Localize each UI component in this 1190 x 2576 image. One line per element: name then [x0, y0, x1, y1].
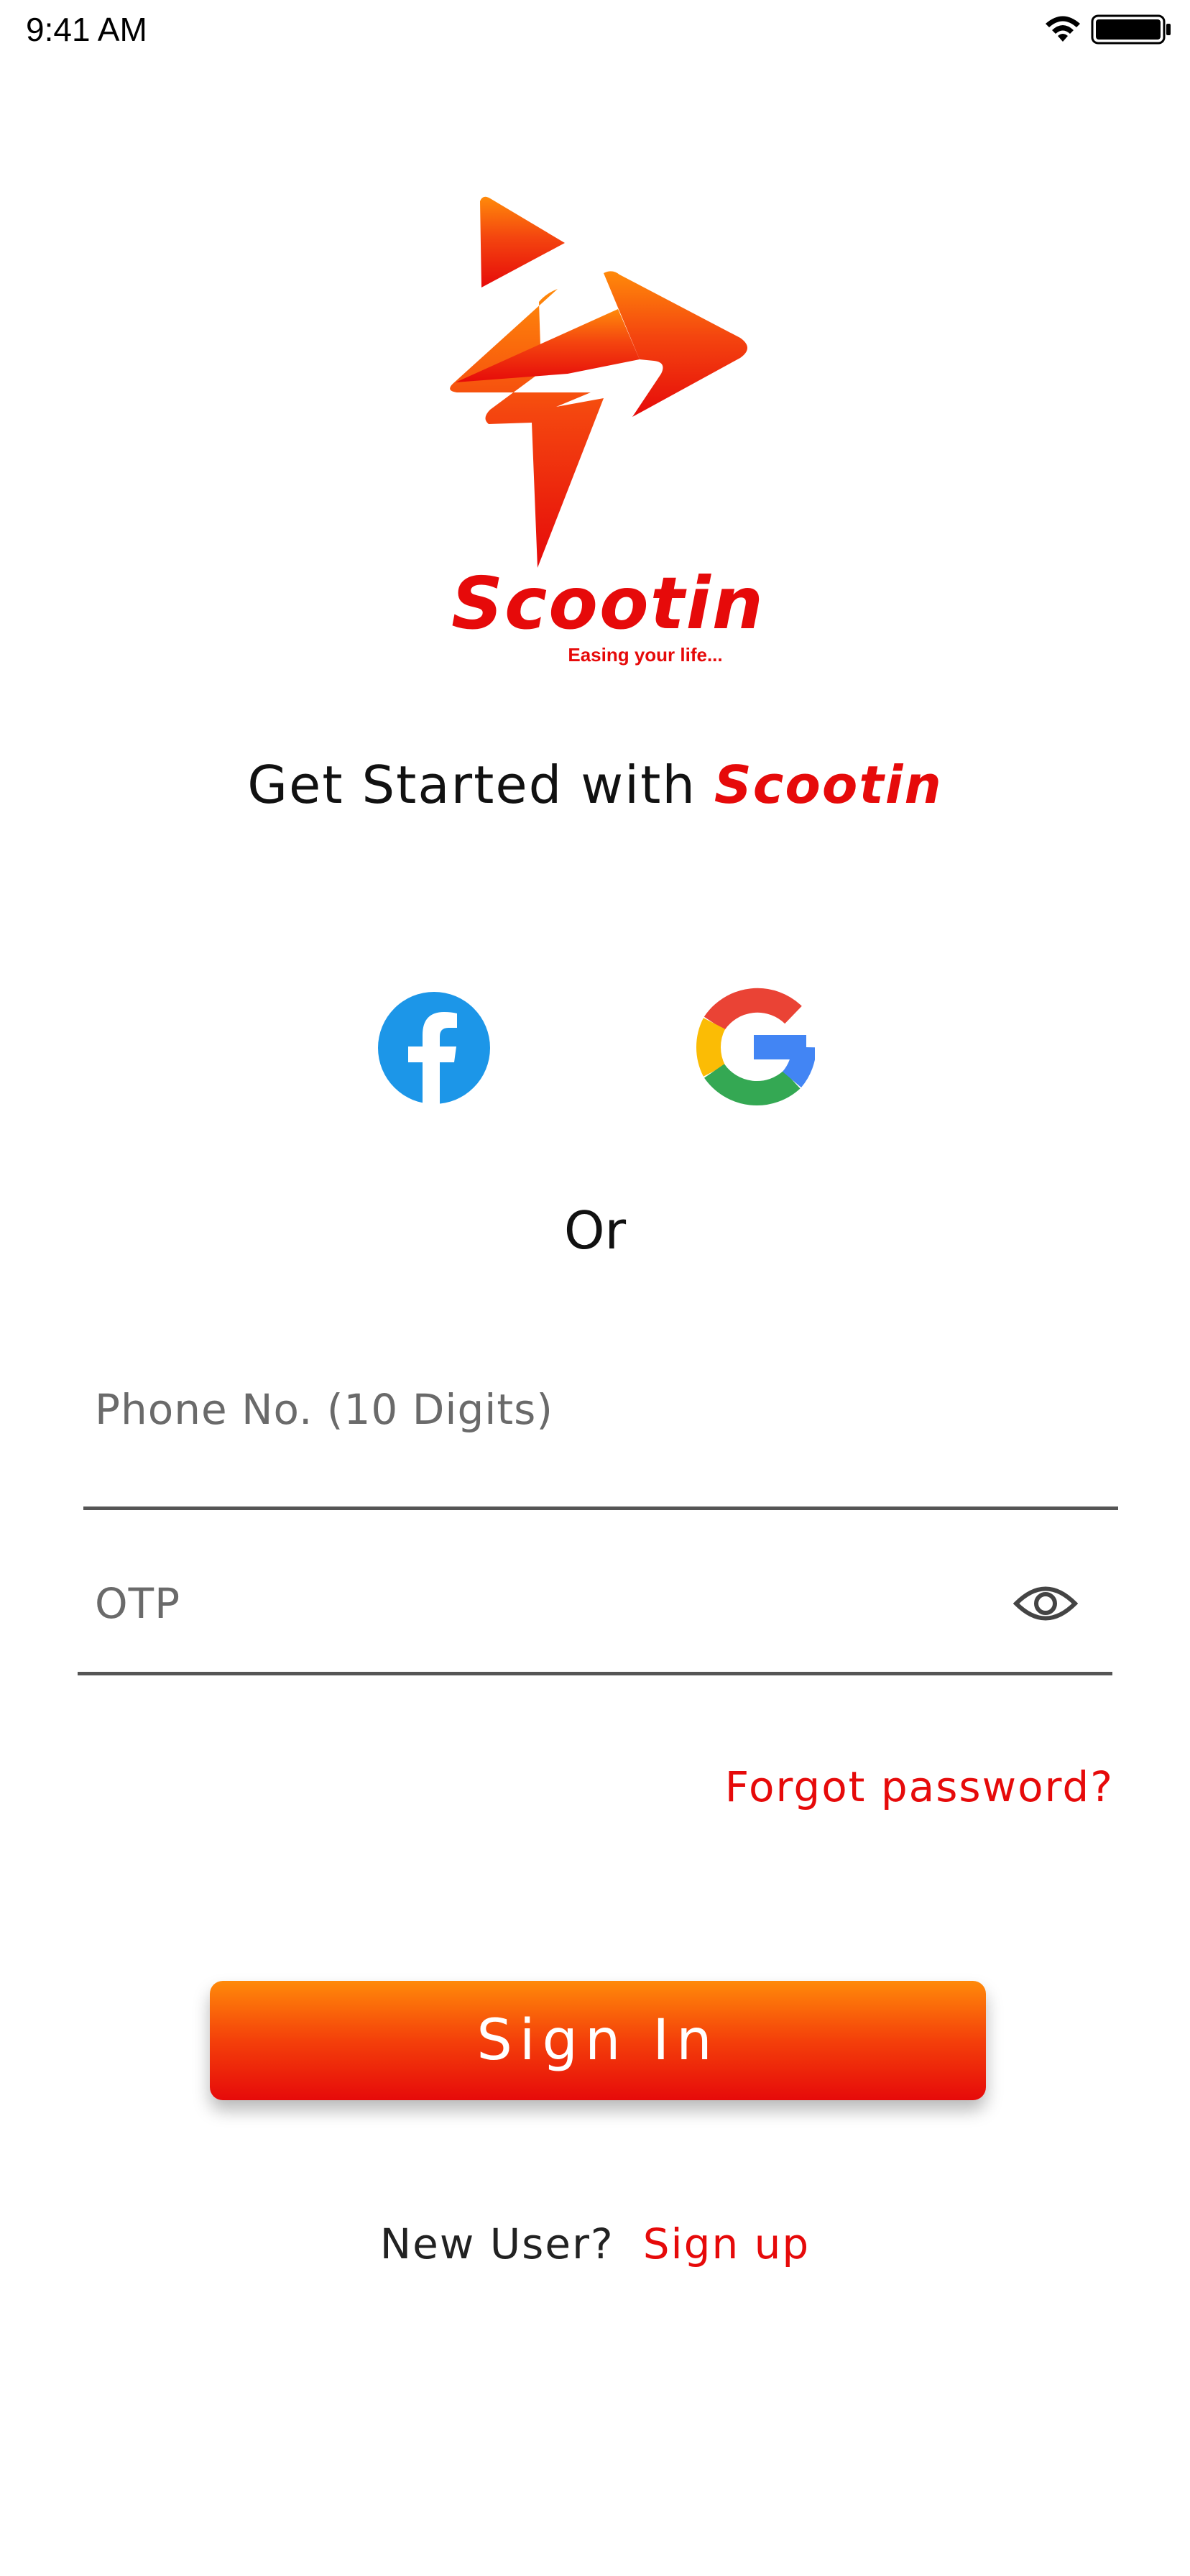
scootin-logo-icon [450, 196, 747, 568]
sign-up-link[interactable]: Sign up [643, 2220, 811, 2268]
logo-tagline: Easing your life... [568, 644, 723, 666]
eye-icon[interactable] [1013, 1578, 1078, 1629]
facebook-icon [378, 992, 490, 1105]
otp-input[interactable] [93, 1567, 959, 1640]
heading-prefix: Get Started with [247, 755, 714, 815]
phone-input[interactable] [93, 1373, 1102, 1446]
status-bar: 9:41 AM [0, 0, 1190, 65]
or-divider: Or [563, 1200, 627, 1261]
page-title: Get Started with Scootin [0, 755, 1190, 815]
wifi-icon [1046, 16, 1080, 42]
sign-in-button[interactable]: Sign In [210, 1981, 986, 2100]
google-login-button[interactable] [693, 986, 815, 1108]
google-icon [696, 988, 815, 1106]
phone-underline [83, 1506, 1118, 1510]
status-time: 9:41 AM [26, 11, 147, 48]
new-user-label: New User? [379, 2220, 614, 2268]
signup-row: New User? Sign up [0, 2220, 1190, 2268]
battery-icon [1091, 14, 1171, 45]
heading-brand: Scootin [714, 755, 943, 815]
otp-underline [78, 1672, 1112, 1675]
login-screen: 9:41 AM Scootin Easing your life... Get … [0, 0, 1190, 2576]
logo-wordmark: Scootin [451, 561, 765, 645]
facebook-login-button[interactable] [377, 990, 492, 1105]
forgot-password-link[interactable]: Forgot password? [725, 1762, 1114, 1811]
